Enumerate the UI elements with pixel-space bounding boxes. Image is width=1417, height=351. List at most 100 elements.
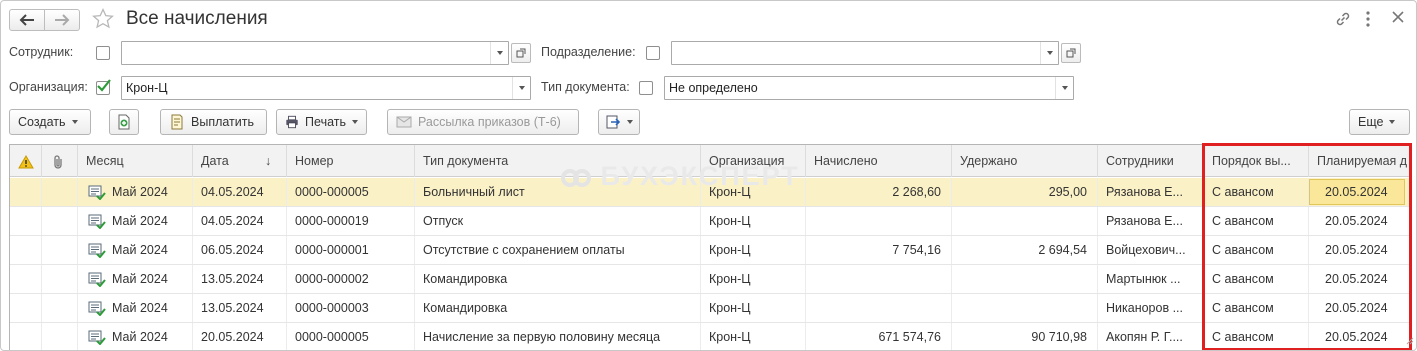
cell-month[interactable]: Май 2024: [78, 236, 193, 264]
column-header-attachment[interactable]: [42, 145, 78, 177]
department-filter-checkbox[interactable]: [646, 46, 660, 60]
column-header-month[interactable]: Месяц: [78, 145, 193, 177]
cell-date[interactable]: 06.05.2024: [193, 236, 287, 264]
cell-employees[interactable]: Никаноров ...: [1098, 294, 1204, 322]
cell-doctype[interactable]: Командировка: [415, 294, 701, 322]
cell-employees[interactable]: Рязанова Е...: [1098, 178, 1204, 206]
cell-month[interactable]: Май 2024: [78, 207, 193, 235]
open-department-button[interactable]: [1061, 43, 1081, 63]
dropdown-arrow-icon[interactable]: [1040, 42, 1058, 64]
table-row[interactable]: Май 2024 13.05.2024 0000-000002 Командировк…: [10, 265, 1409, 294]
cell-planned[interactable]: 20.05.2024: [1309, 236, 1409, 264]
column-header-employees[interactable]: Сотрудники: [1098, 145, 1204, 177]
cell-employees[interactable]: Рязанова Е...: [1098, 207, 1204, 235]
cell-organization[interactable]: Крон-Ц: [701, 236, 806, 264]
column-header-warning[interactable]: [10, 145, 42, 177]
cell-date[interactable]: 04.05.2024: [193, 207, 287, 235]
doctype-filter-checkbox[interactable]: [639, 81, 653, 95]
cell-accrued[interactable]: [806, 294, 952, 322]
cell-number[interactable]: 0000-000019: [287, 207, 415, 235]
cell-accrued[interactable]: 2 268,60: [806, 178, 952, 206]
cell-withheld[interactable]: [952, 294, 1098, 322]
create-button[interactable]: Создать: [9, 109, 91, 135]
cell-withheld[interactable]: 2 694,54: [952, 236, 1098, 264]
column-header-date[interactable]: Дата ↓: [193, 145, 287, 177]
more-vertical-icon[interactable]: [1365, 10, 1371, 31]
export-button[interactable]: [598, 109, 640, 135]
cell-payment-order[interactable]: С авансом: [1204, 323, 1309, 350]
employee-filter-checkbox[interactable]: [96, 46, 110, 60]
dropdown-arrow-icon[interactable]: [490, 42, 508, 64]
cell-organization[interactable]: Крон-Ц: [701, 265, 806, 293]
cell-date[interactable]: 13.05.2024: [193, 265, 287, 293]
cell-accrued[interactable]: 7 754,16: [806, 236, 952, 264]
cell-withheld[interactable]: 90 710,98: [952, 323, 1098, 350]
cell-planned[interactable]: 20.05.2024: [1309, 323, 1409, 350]
table-row[interactable]: Май 2024 13.05.2024 0000-000003 Командировк…: [10, 294, 1409, 323]
pay-button[interactable]: Выплатить: [160, 109, 267, 135]
forward-button[interactable]: [44, 9, 80, 31]
cell-date[interactable]: 04.05.2024: [193, 178, 287, 206]
cell-accrued[interactable]: 671 574,76: [806, 323, 952, 350]
column-header-planned-date[interactable]: Планируемая д: [1309, 145, 1409, 177]
cell-payment-order[interactable]: С авансом: [1204, 265, 1309, 293]
cell-planned[interactable]: 20.05.2024: [1309, 265, 1409, 293]
dropdown-arrow-icon[interactable]: [512, 77, 530, 99]
cell-month[interactable]: Май 2024: [78, 323, 193, 350]
cell-employees[interactable]: Войцехович...: [1098, 236, 1204, 264]
organization-filter-checkbox[interactable]: [96, 79, 111, 95]
cell-doctype[interactable]: Отсутствие с сохранением оплаты: [415, 236, 701, 264]
cell-employees[interactable]: Мартынюк ...: [1098, 265, 1204, 293]
cell-accrued[interactable]: [806, 265, 952, 293]
cell-number[interactable]: 0000-000005: [287, 178, 415, 206]
employee-field[interactable]: [121, 41, 509, 65]
table-row[interactable]: Май 2024 06.05.2024 0000-000001 Отсутствие …: [10, 236, 1409, 265]
cell-month[interactable]: Май 2024: [78, 265, 193, 293]
cell-month[interactable]: Май 2024: [78, 178, 193, 206]
cell-payment-order[interactable]: С авансом: [1204, 207, 1309, 235]
cell-number[interactable]: 0000-000002: [287, 265, 415, 293]
column-header-accrued[interactable]: Начислено: [806, 145, 952, 177]
cell-withheld[interactable]: [952, 207, 1098, 235]
cell-doctype[interactable]: Отпуск: [415, 207, 701, 235]
table-row[interactable]: Май 2024 04.05.2024 0000-000019 Отпуск Крон-…: [10, 207, 1409, 236]
cell-organization[interactable]: Крон-Ц: [701, 323, 806, 350]
column-header-payment-order[interactable]: Порядок вы...: [1204, 145, 1309, 177]
more-button[interactable]: Еще: [1349, 109, 1410, 135]
cell-payment-order[interactable]: С авансом: [1204, 236, 1309, 264]
cell-date[interactable]: 20.05.2024: [193, 323, 287, 350]
column-header-withheld[interactable]: Удержано: [952, 145, 1098, 177]
cell-organization[interactable]: Крон-Ц: [701, 294, 806, 322]
cell-number[interactable]: 0000-000003: [287, 294, 415, 322]
cell-planned[interactable]: 20.05.2024: [1309, 178, 1409, 206]
cell-payment-order[interactable]: С авансом: [1204, 178, 1309, 206]
column-header-number[interactable]: Номер: [287, 145, 415, 177]
cell-employees[interactable]: Акопян Р. Г....: [1098, 323, 1204, 350]
cell-planned[interactable]: 20.05.2024: [1309, 294, 1409, 322]
table-row[interactable]: Май 2024 20.05.2024 0000-000005 Начисление …: [10, 323, 1409, 350]
cell-withheld[interactable]: 295,00: [952, 178, 1098, 206]
close-icon[interactable]: [1391, 10, 1405, 27]
open-employee-button[interactable]: [511, 43, 531, 63]
back-button[interactable]: [9, 9, 45, 31]
doctype-field[interactable]: Не определено: [664, 76, 1074, 100]
cell-organization[interactable]: Крон-Ц: [701, 207, 806, 235]
cell-planned[interactable]: 20.05.2024: [1309, 207, 1409, 235]
department-field[interactable]: [671, 41, 1059, 65]
link-icon[interactable]: [1334, 10, 1352, 31]
cell-date[interactable]: 13.05.2024: [193, 294, 287, 322]
cell-number[interactable]: 0000-000005: [287, 323, 415, 350]
copy-add-button[interactable]: [109, 109, 139, 135]
cell-doctype[interactable]: Начисление за первую половину месяца: [415, 323, 701, 350]
cell-accrued[interactable]: [806, 207, 952, 235]
dropdown-arrow-icon[interactable]: [1055, 77, 1073, 99]
mailing-orders-button[interactable]: Рассылка приказов (Т-6): [387, 109, 579, 135]
cell-month[interactable]: Май 2024: [78, 294, 193, 322]
favorite-star-icon[interactable]: [91, 7, 115, 34]
cell-payment-order[interactable]: С авансом: [1204, 294, 1309, 322]
cell-withheld[interactable]: [952, 265, 1098, 293]
cell-doctype[interactable]: Командировка: [415, 265, 701, 293]
print-button[interactable]: Печать: [276, 109, 367, 135]
cell-number[interactable]: 0000-000001: [287, 236, 415, 264]
organization-field[interactable]: Крон-Ц: [121, 76, 531, 100]
